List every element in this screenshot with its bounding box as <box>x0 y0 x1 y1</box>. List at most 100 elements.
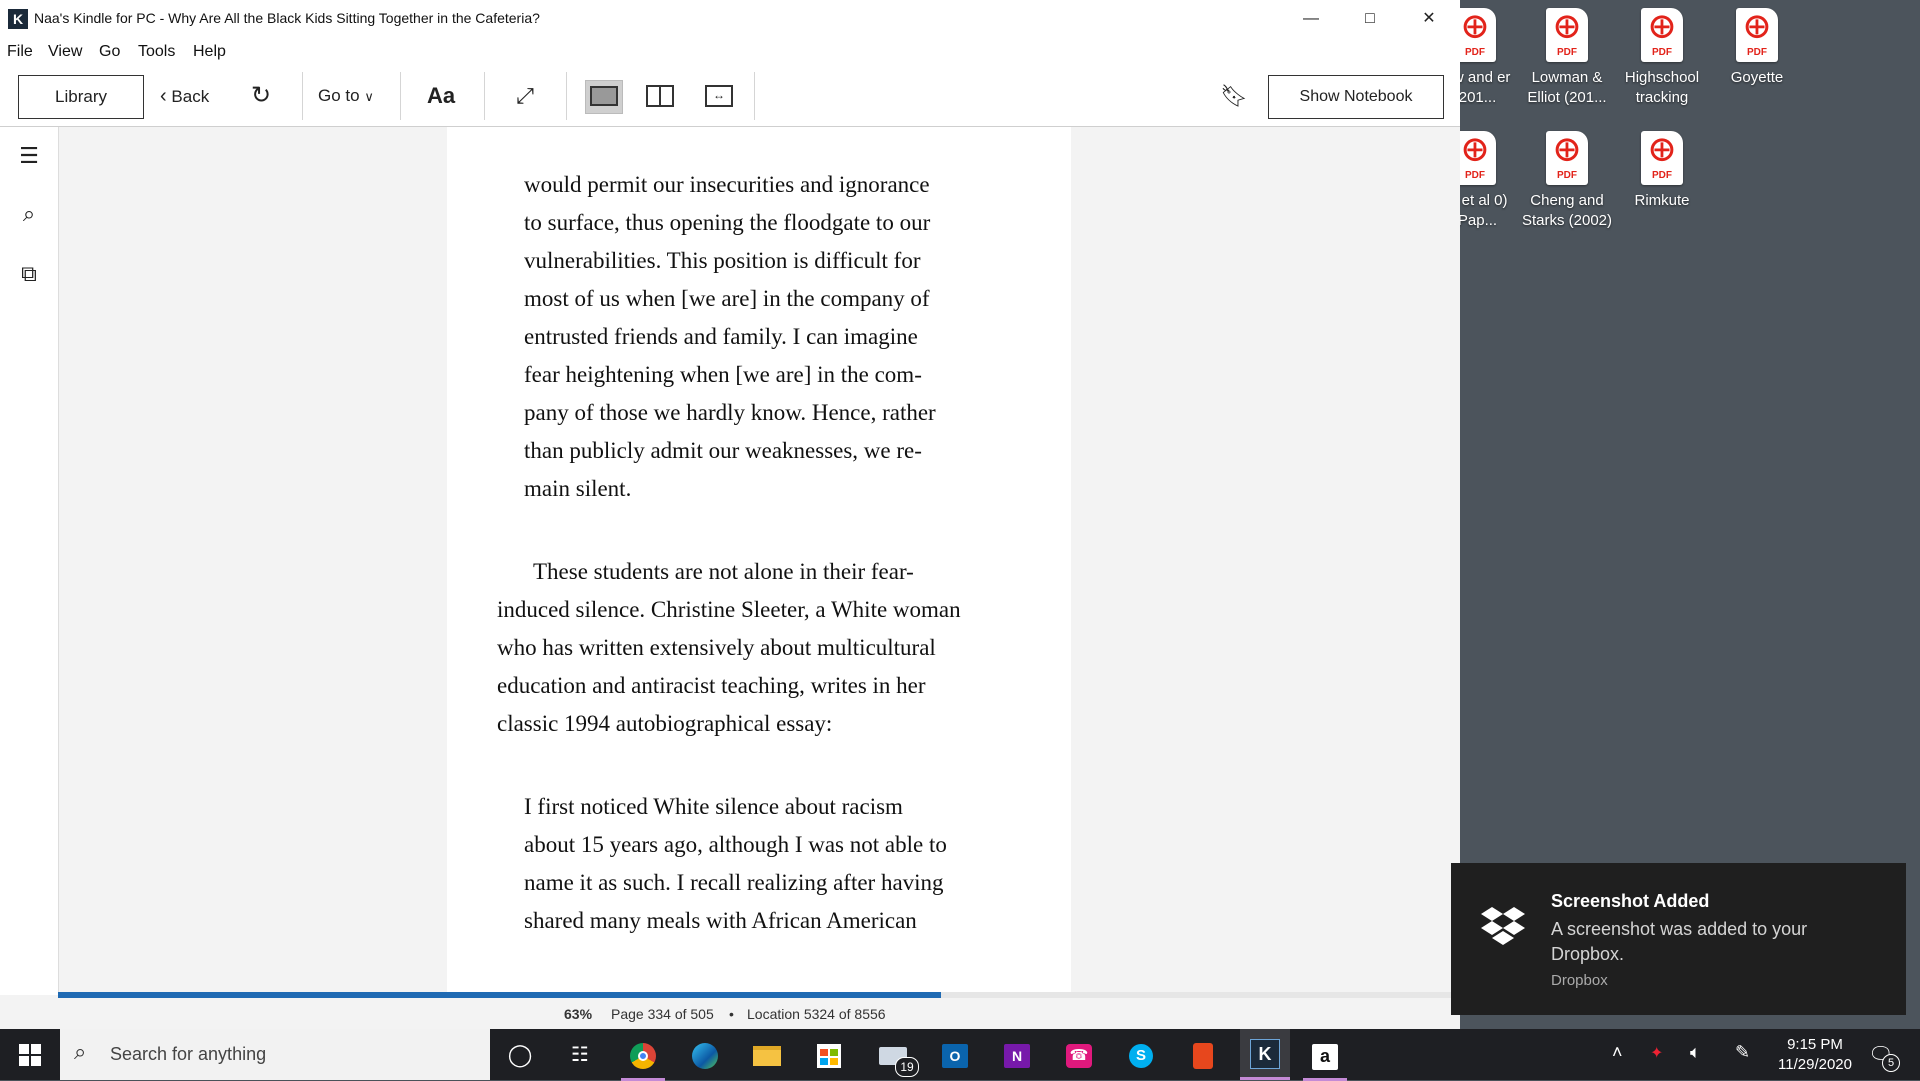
antivirus-tray-icon[interactable]: ✦ <box>1650 1043 1663 1063</box>
maximize-button[interactable]: □ <box>1341 0 1399 38</box>
single-page-view-icon[interactable] <box>585 80 623 114</box>
chrome-icon[interactable] <box>621 1035 665 1081</box>
back-button[interactable]: ‹ Back <box>160 75 235 117</box>
show-hidden-icons[interactable]: ˄ <box>1612 1042 1623 1063</box>
show-notebook-button[interactable]: Show Notebook <box>1268 75 1444 119</box>
store-bag <box>817 1044 841 1068</box>
office-logo <box>1193 1043 1213 1069</box>
file-explorer-icon[interactable] <box>747 1035 787 1075</box>
cortana-icon[interactable]: ◯ <box>500 1035 540 1075</box>
volume-icon[interactable]: 🔈︎ <box>1690 1042 1701 1063</box>
book-line: would permit our insecurities and ignora… <box>524 172 930 197</box>
status-bar: 63% Page 334 of 505 • Location 5324 of 8… <box>0 998 1460 1029</box>
book-line: education and antiracist teaching, write… <box>497 673 926 698</box>
kindle-taskbar-icon[interactable]: K <box>1240 1029 1290 1080</box>
fullscreen-icon[interactable]: ⤢ <box>512 75 538 117</box>
store-icon[interactable] <box>809 1035 849 1075</box>
kindle-app-icon: K <box>8 9 28 29</box>
menu-bar: File View Go Tools Help <box>0 38 1460 66</box>
status-separator: • <box>729 1006 734 1022</box>
desktop-icon-label: Cheng and Starks (2002) <box>1521 192 1613 229</box>
notification-source: Dropbox <box>1551 972 1608 989</box>
page-flip-view-icon[interactable]: ↔ <box>703 80 735 112</box>
book-line: shared many meals with African American <box>524 908 917 933</box>
search-icon: ⌕ <box>74 1039 87 1064</box>
amazon-logo: a <box>1312 1044 1338 1070</box>
pdf-file-icon: ⨁ PDF <box>1454 131 1496 185</box>
book-line: who has written extensively about multic… <box>497 635 936 660</box>
toolbar-divider <box>302 72 303 120</box>
kindle-logo: K <box>1250 1039 1280 1069</box>
window-title: Naa's Kindle for PC - Why Are All the Bl… <box>34 10 540 26</box>
notification-title: Screenshot Added <box>1551 891 1710 911</box>
onenote-logo: N <box>1004 1044 1030 1068</box>
bookmark-icon[interactable]: 🔖︎ <box>1220 75 1248 117</box>
book-line: induced silence. Christine Sleeter, a Wh… <box>497 597 961 622</box>
whatsapp-icon[interactable]: ☎ <box>1059 1035 1099 1075</box>
menu-tools[interactable]: Tools <box>138 43 175 61</box>
menu-go[interactable]: Go <box>99 43 120 61</box>
book-line: than publicly admit our weaknesses, we r… <box>524 438 922 463</box>
edge-icon[interactable] <box>685 1035 725 1075</box>
taskbar-search[interactable]: ⌕ Search for anything <box>60 1029 490 1080</box>
font-settings-button[interactable]: Aa <box>427 75 459 117</box>
clock[interactable]: 9:15 PM 11/29/2020 <box>1772 1035 1858 1075</box>
desktop-icon-pdf-6[interactable]: ⨁ PDF Cheng and Starks (2002) <box>1520 123 1614 231</box>
dropbox-icon <box>1481 907 1525 945</box>
minimize-button[interactable]: — <box>1282 0 1340 38</box>
store-logo-blue <box>820 1058 828 1065</box>
goto-button[interactable]: Go to ∨ <box>318 75 392 117</box>
skype-logo: S <box>1129 1044 1153 1068</box>
page-shape: ↔ <box>705 85 733 107</box>
outlook-icon[interactable]: O <box>935 1035 975 1075</box>
toolbar-divider <box>754 72 755 120</box>
folder-shape <box>753 1046 781 1066</box>
notification-center-icon[interactable]: 🗨︎ 5 <box>1868 1042 1900 1072</box>
task-view-icon[interactable]: ☷ <box>560 1035 600 1075</box>
onenote-icon[interactable]: N <box>997 1035 1037 1075</box>
book-line: fear heightening when [we are] in the co… <box>524 362 922 387</box>
sync-icon[interactable]: ↻ <box>246 75 276 117</box>
search-placeholder: Search for anything <box>110 1044 267 1064</box>
dropbox-notification[interactable]: Screenshot Added A screenshot was added … <box>1451 863 1906 1015</box>
menu-help[interactable]: Help <box>193 43 226 61</box>
pen-icon[interactable]: ✎ <box>1735 1042 1750 1063</box>
menu-file[interactable]: File <box>7 43 33 61</box>
chrome-logo <box>630 1043 656 1069</box>
flashcards-icon[interactable]: ⧉ <box>14 259 44 289</box>
skype-icon[interactable]: S <box>1121 1035 1161 1075</box>
desktop-icon-pdf-2[interactable]: ⨁ PDF Lowman & Elliot (201... <box>1520 0 1614 108</box>
pdf-file-icon: ⨁ PDF <box>1641 131 1683 185</box>
mail-badge: 19 <box>895 1057 919 1077</box>
outlook-logo: O <box>942 1044 968 1068</box>
two-page-view-icon[interactable] <box>644 80 676 112</box>
desktop-icon-pdf-7[interactable]: ⨁ PDF Rimkute <box>1615 123 1709 211</box>
page-shape <box>646 85 674 107</box>
clock-time: 9:15 PM <box>1787 1036 1843 1053</box>
pdf-file-icon: ⨁ PDF <box>1454 8 1496 62</box>
menu-view[interactable]: View <box>48 43 82 61</box>
office-icon[interactable] <box>1183 1035 1223 1075</box>
notification-body: A screenshot was added to your Dropbox. <box>1551 919 1808 964</box>
edge-logo <box>692 1043 718 1069</box>
book-page[interactable]: would permit our insecurities and ignora… <box>447 127 1071 992</box>
page-shape <box>590 86 618 106</box>
table-of-contents-icon[interactable]: ☰ <box>14 141 44 171</box>
title-bar[interactable]: K Naa's Kindle for PC - Why Are All the … <box>0 0 1460 38</box>
goto-label: Go to <box>318 86 360 105</box>
book-line: I first noticed White silence about raci… <box>524 794 903 819</box>
progress-percent: 63% <box>564 1006 593 1022</box>
mail-icon[interactable]: 19 <box>873 1035 919 1077</box>
pdf-file-icon: ⨁ PDF <box>1641 8 1683 62</box>
start-button[interactable] <box>0 1029 60 1080</box>
desktop-icon-pdf-4[interactable]: ⨁ PDF Goyette <box>1710 0 1804 88</box>
desktop-icon-label: Lowman & Elliot (201... <box>1527 69 1607 106</box>
search-icon[interactable]: ⌕ <box>14 199 44 229</box>
library-button[interactable]: Library <box>18 75 144 119</box>
chevron-down-icon: ∨ <box>364 89 374 104</box>
close-button[interactable]: ✕ <box>1400 0 1458 38</box>
book-line: classic 1994 autobiographical essay: <box>497 711 833 736</box>
desktop-icon-pdf-3[interactable]: ⨁ PDF Highschool tracking <box>1615 0 1709 108</box>
amazon-icon[interactable]: a <box>1303 1035 1347 1081</box>
toolbar-divider <box>566 72 567 120</box>
